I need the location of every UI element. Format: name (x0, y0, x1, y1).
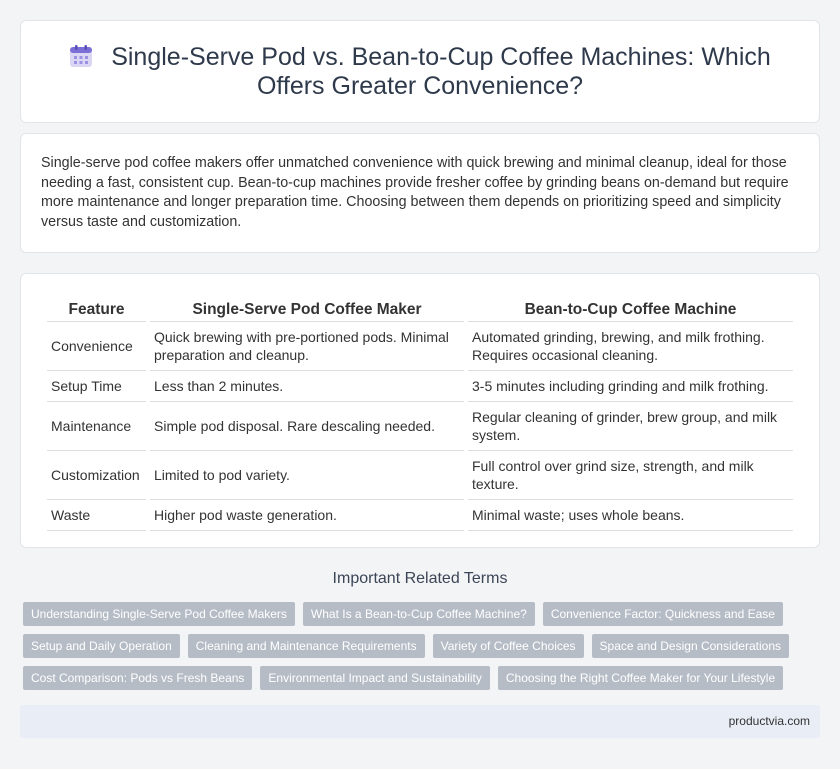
row-feature: Maintenance (47, 402, 146, 451)
row-feature: Customization (47, 451, 146, 500)
table-row: Setup Time Less than 2 minutes. 3-5 minu… (47, 371, 793, 402)
table-header-row: Feature Single-Serve Pod Coffee Maker Be… (47, 294, 793, 322)
row-bean: Automated grinding, brewing, and milk fr… (468, 322, 793, 371)
comparison-card: Feature Single-Serve Pod Coffee Maker Be… (20, 273, 820, 548)
title-card: Single-Serve Pod vs. Bean-to-Cup Coffee … (20, 20, 820, 123)
related-term-tag[interactable]: Convenience Factor: Quickness and Ease (542, 602, 783, 626)
row-bean: Full control over grind size, strength, … (468, 451, 793, 500)
intro-card: Single-serve pod coffee makers offer unm… (20, 133, 820, 253)
table-row: Maintenance Simple pod disposal. Rare de… (47, 402, 793, 451)
row-pod: Higher pod waste generation. (150, 500, 464, 531)
comparison-table: Feature Single-Serve Pod Coffee Maker Be… (43, 294, 797, 531)
header-bean: Bean-to-Cup Coffee Machine (468, 294, 793, 322)
related-terms-list: Understanding Single-Serve Pod Coffee Ma… (23, 602, 823, 698)
row-bean: Minimal waste; uses whole beans. (468, 500, 793, 531)
table-row: Waste Higher pod waste generation. Minim… (47, 500, 793, 531)
related-term-tag[interactable]: Variety of Coffee Choices (432, 634, 584, 658)
calendar-icon (70, 45, 93, 67)
related-term-tag[interactable]: Cost Comparison: Pods vs Fresh Beans (23, 666, 253, 690)
intro-paragraph: Single-serve pod coffee makers offer unm… (41, 155, 789, 230)
page-title: Single-Serve Pod vs. Bean-to-Cup Coffee … (51, 43, 789, 101)
related-term-tag[interactable]: What Is a Bean-to-Cup Coffee Machine? (302, 602, 535, 626)
header-pod: Single-Serve Pod Coffee Maker (150, 294, 464, 322)
related-term-tag[interactable]: Setup and Daily Operation (23, 634, 180, 658)
related-term-tag[interactable]: Space and Design Considerations (591, 634, 789, 658)
row-feature: Setup Time (47, 371, 146, 402)
row-feature: Convenience (47, 322, 146, 371)
page-title-text: Single-Serve Pod vs. Bean-to-Cup Coffee … (111, 43, 771, 100)
related-terms-heading: Important Related Terms (332, 570, 508, 587)
related-term-tag[interactable]: Choosing the Right Coffee Maker for Your… (497, 666, 784, 690)
table-row: Customization Limited to pod variety. Fu… (47, 451, 793, 500)
footer: productvia.com (20, 705, 820, 738)
row-bean: Regular cleaning of grinder, brew group,… (468, 402, 793, 451)
header-feature: Feature (47, 294, 146, 322)
footer-site-link[interactable]: productvia.com (729, 714, 810, 728)
row-pod: Simple pod disposal. Rare descaling need… (150, 402, 464, 451)
row-pod: Less than 2 minutes. (150, 371, 464, 402)
related-term-tag[interactable]: Environmental Impact and Sustainability (260, 666, 490, 690)
related-term-tag[interactable]: Cleaning and Maintenance Requirements (187, 634, 425, 658)
table-row: Convenience Quick brewing with pre-porti… (47, 322, 793, 371)
row-pod: Quick brewing with pre-portioned pods. M… (150, 322, 464, 371)
row-feature: Waste (47, 500, 146, 531)
related-term-tag[interactable]: Understanding Single-Serve Pod Coffee Ma… (23, 602, 295, 626)
row-pod: Limited to pod variety. (150, 451, 464, 500)
row-bean: 3-5 minutes including grinding and milk … (468, 371, 793, 402)
